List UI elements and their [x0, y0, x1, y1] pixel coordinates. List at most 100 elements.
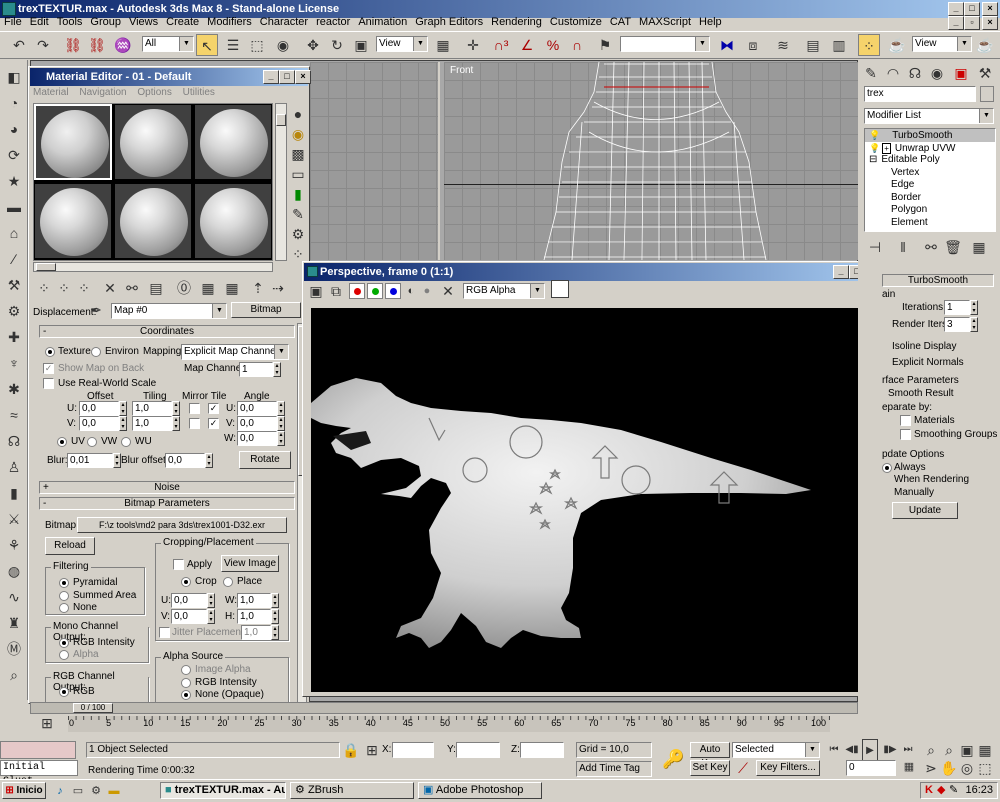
stack-element[interactable]: Element	[865, 217, 995, 230]
key-mode-dropdown[interactable]: Selected	[732, 742, 820, 758]
stack-vertex[interactable]: Vertex	[865, 167, 995, 180]
blur-spinner[interactable]: ▴ ▾	[113, 453, 121, 468]
quick-launch-desktop-icon[interactable]: ▭	[70, 780, 86, 802]
clone-frame-icon[interactable]: ⧉	[327, 280, 345, 302]
show-map-icon[interactable]: ▦	[197, 277, 219, 299]
menu-views[interactable]: Views	[125, 16, 162, 28]
modifier-list-dropdown[interactable]: Modifier List	[864, 108, 994, 124]
mat-ed-max-button[interactable]: □	[279, 70, 295, 84]
time-slider-thumb[interactable]: 0 / 100	[73, 703, 113, 713]
material-effects-icon[interactable]: ⓪	[173, 277, 195, 299]
show-end-result-stack-icon[interactable]: ‖	[892, 236, 914, 258]
add-time-tag[interactable]: Add Time Tag	[576, 761, 652, 777]
coordinates-rollout-header[interactable]: - Coordinates	[39, 325, 295, 338]
left-tool-22-icon[interactable]: ♜	[3, 612, 25, 634]
map-type-button[interactable]: Bitmap	[231, 302, 301, 318]
assign-material-icon[interactable]: ⁘	[73, 277, 95, 299]
uv-radio[interactable]	[57, 437, 67, 447]
set-key-icon[interactable]: 🔑	[662, 748, 684, 770]
pan-icon[interactable]: ✋	[940, 757, 958, 779]
u-tiling-field[interactable]: 1,0	[132, 401, 172, 416]
stack-polygon[interactable]: Polygon	[865, 204, 995, 217]
left-tool-10-icon[interactable]: ⚙	[3, 300, 25, 322]
manipulate-icon[interactable]: ✛	[462, 34, 484, 56]
percent-snap-icon[interactable]: %	[542, 34, 564, 56]
alpha-rgb-intensity-radio[interactable]	[181, 678, 191, 688]
select-object-icon[interactable]: ↖	[196, 34, 218, 56]
apply-checkbox[interactable]	[173, 559, 184, 570]
video-color-icon[interactable]: ▮	[287, 183, 309, 205]
ref-coord-dropdown[interactable]: View	[376, 36, 428, 52]
redo-icon[interactable]: ↷	[32, 34, 54, 56]
crop-w-field[interactable]: 1,0	[237, 593, 271, 608]
select-by-name-icon[interactable]: ☰	[222, 34, 244, 56]
unlink-icon[interactable]: ⛓	[86, 34, 108, 56]
quick-launch-media-icon[interactable]: ♪	[52, 780, 68, 802]
left-tool-23-icon[interactable]: Ⓜ	[3, 638, 25, 660]
taskbar-item-3dsmax[interactable]: ■ trexTEXTUR.max - Au...	[160, 782, 286, 799]
v-angle-field[interactable]: 0,0	[237, 416, 277, 431]
selection-filter-dropdown[interactable]: All	[142, 36, 194, 52]
x-coord-field[interactable]	[392, 742, 434, 758]
go-forward-sibling-icon[interactable]: ⇢	[267, 277, 289, 299]
menu-edit[interactable]: Edit	[26, 16, 53, 28]
show-map-on-back-checkbox[interactable]: ✓	[43, 363, 54, 374]
previous-frame-icon[interactable]: ◀▮	[844, 739, 860, 761]
v-tiling-field[interactable]: 1,0	[132, 416, 172, 431]
doc-minimize-button[interactable]: _	[948, 16, 964, 30]
object-name-field[interactable]: trex	[864, 86, 976, 102]
summed-area-radio[interactable]	[59, 591, 69, 601]
crop-u-field[interactable]: 0,0	[171, 593, 207, 608]
place-radio[interactable]	[223, 577, 233, 587]
left-tool-8-icon[interactable]: ∕	[3, 248, 25, 270]
mono-alpha-radio[interactable]	[59, 650, 69, 660]
quick-launch-folder-icon[interactable]: ▬	[106, 780, 122, 802]
bitmap-params-rollout-header[interactable]: - Bitmap Parameters	[39, 497, 295, 510]
left-tool-18-icon[interactable]: ⚔	[3, 508, 25, 530]
environ-radio[interactable]	[91, 347, 101, 357]
v-offset-spinner[interactable]: ▴ ▾	[119, 416, 127, 431]
rgb-radio[interactable]	[59, 687, 69, 697]
jitter-spinner[interactable]: ▴ ▾	[271, 625, 279, 640]
pick-material-icon[interactable]: ✒	[87, 299, 105, 321]
maxscript-listener-output[interactable]: Initial Clust	[0, 760, 78, 787]
update-button[interactable]: Update	[892, 502, 958, 519]
go-to-start-icon[interactable]: ⏮	[826, 739, 842, 761]
u-angle-field[interactable]: 0,0	[237, 401, 277, 416]
sample-slot-3[interactable]	[194, 104, 272, 180]
make-unique-icon[interactable]: ⚯	[121, 277, 143, 299]
jitter-checkbox[interactable]	[159, 627, 170, 638]
named-selection-icon[interactable]: ⚑	[594, 34, 616, 56]
render-iters-field[interactable]: 3	[944, 317, 970, 332]
u-tile-checkbox[interactable]: ✓	[208, 403, 219, 414]
show-end-result-icon[interactable]: ▦	[221, 277, 243, 299]
make-preview-icon[interactable]: ✎	[287, 203, 309, 225]
modify-tab-icon[interactable]: ◠	[882, 62, 904, 84]
z-coord-field[interactable]	[520, 742, 564, 758]
motion-tab-icon[interactable]: ◉	[926, 62, 948, 84]
left-tool-24-icon[interactable]: ⌕	[3, 664, 25, 686]
iterations-spinner[interactable]: ▴ ▾	[970, 300, 978, 315]
display-tab-icon[interactable]: ▣	[950, 62, 972, 84]
stack-unwrap-uvw[interactable]: 💡 + Unwrap UVW	[865, 142, 995, 155]
v-tiling-spinner[interactable]: ▴ ▾	[172, 416, 180, 431]
v-mirror-checkbox[interactable]	[189, 418, 200, 429]
v-tile-checkbox[interactable]: ✓	[208, 418, 219, 429]
left-tool-16-icon[interactable]: ♙	[3, 456, 25, 478]
maxscript-listener[interactable]	[0, 741, 76, 759]
menu-create[interactable]: Create	[162, 16, 203, 28]
key-filters-button[interactable]: Key Filters...	[756, 760, 820, 776]
sample-slot-6[interactable]	[194, 183, 272, 259]
map-channel-field[interactable]: 1	[239, 362, 273, 377]
turbosmooth-rollout-header[interactable]: TurboSmooth	[882, 274, 994, 287]
menu-group[interactable]: Group	[86, 16, 125, 28]
u-offset-field[interactable]: 0,0	[79, 401, 119, 416]
green-channel-toggle[interactable]	[367, 283, 383, 299]
render-scene-icon[interactable]: ☕	[886, 34, 908, 56]
rotate-icon[interactable]: ↻	[326, 34, 348, 56]
tray-icon-1[interactable]: K	[925, 783, 933, 798]
map-channel-spinner[interactable]: ▴ ▾	[273, 362, 281, 377]
image-alpha-radio[interactable]	[181, 665, 191, 675]
named-selection-dropdown[interactable]	[620, 36, 710, 52]
scale-icon[interactable]: ▣	[350, 34, 372, 56]
